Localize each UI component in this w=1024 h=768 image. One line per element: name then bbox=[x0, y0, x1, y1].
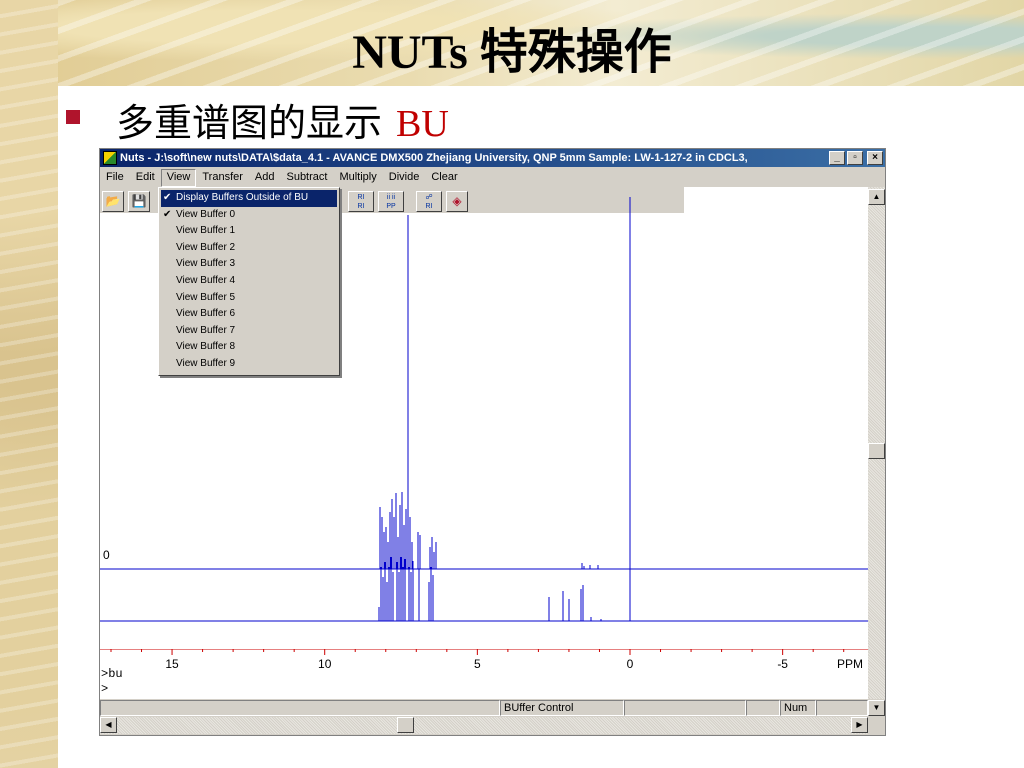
axis-tick-label: -5 bbox=[777, 657, 788, 671]
view-menu-item[interactable]: View Buffer 5 bbox=[159, 290, 339, 307]
status-cell-empty bbox=[624, 700, 746, 716]
hscroll-thumb[interactable] bbox=[397, 717, 414, 733]
view-menu-item-label: View Buffer 0 bbox=[176, 208, 236, 220]
menubar: File Edit View Transfer Add Subtract Multiply D… bbox=[100, 169, 464, 187]
buffer-control-status: BUffer Control bbox=[500, 700, 624, 716]
scroll-right-icon[interactable]: ▶ bbox=[851, 717, 868, 733]
slide-title: NUTs 特殊操作 bbox=[352, 26, 672, 79]
axis-tick-label: 5 bbox=[474, 657, 481, 671]
axis-tick-label: 15 bbox=[165, 657, 179, 671]
scroll-down-icon[interactable]: ▼ bbox=[868, 700, 885, 716]
vertical-scrollbar[interactable]: ▲ bbox=[868, 187, 885, 699]
menu-add[interactable]: Add bbox=[249, 169, 281, 187]
save-icon[interactable]: 💾 bbox=[128, 190, 150, 212]
menu-edit[interactable]: Edit bbox=[130, 169, 161, 187]
view-menu-item-label: View Buffer 6 bbox=[176, 308, 236, 320]
view-menu-item-label: View Buffer 9 bbox=[176, 357, 236, 369]
view-menu-item-label: Display Buffers Outside of BU bbox=[176, 192, 309, 203]
status-cell-empty bbox=[100, 700, 500, 716]
view-menu-item[interactable]: View Buffer 1 bbox=[159, 223, 339, 240]
bullet-text: 多重谱图的显示 bbox=[116, 103, 383, 145]
statusbar: BUffer Control Num bbox=[100, 700, 868, 716]
status-cell-empty bbox=[816, 700, 868, 716]
app-icon bbox=[103, 151, 117, 165]
view-menu-item[interactable]: ✔ Display Buffers Outside of BU bbox=[161, 190, 337, 207]
menu-subtract[interactable]: Subtract bbox=[280, 169, 333, 187]
menu-file[interactable]: File bbox=[100, 169, 130, 187]
ri-auto-button[interactable]: ☍ RI bbox=[416, 190, 442, 212]
pp-button[interactable]: ii ii PP bbox=[378, 190, 404, 212]
window-controls: _ ▫ × bbox=[829, 151, 883, 165]
view-menu-item[interactable]: View Buffer 2 bbox=[159, 240, 339, 257]
bullet-accent: BU bbox=[396, 103, 449, 145]
command-line-2[interactable]: > bbox=[101, 682, 108, 696]
minimize-button[interactable]: _ bbox=[829, 151, 845, 165]
view-menu-item-label: View Buffer 7 bbox=[176, 324, 236, 336]
maximize-button[interactable]: ▫ bbox=[847, 151, 863, 165]
menu-view[interactable]: View bbox=[160, 169, 197, 187]
scroll-thumb[interactable] bbox=[868, 443, 885, 459]
slide-left-decoration bbox=[0, 0, 58, 768]
view-menu-item[interactable]: View Buffer 8 bbox=[159, 339, 339, 356]
horizontal-scrollbar[interactable]: ◀ ▶ bbox=[100, 717, 868, 734]
view-menu-item[interactable]: View Buffer 4 bbox=[159, 273, 339, 290]
ri-button[interactable]: RI RI bbox=[348, 190, 374, 212]
view-menu-item[interactable]: View Buffer 3 bbox=[159, 256, 339, 273]
checkmark-icon: ✔ bbox=[163, 208, 172, 220]
view-menu-item-label: View Buffer 4 bbox=[176, 274, 236, 286]
window-title: Nuts - J:\soft\new nuts\DATA\$data_4.1 -… bbox=[120, 152, 748, 164]
command-line-1: >bu bbox=[101, 667, 123, 681]
status-cell-empty bbox=[746, 700, 780, 716]
checkmark-icon: ✔ bbox=[163, 192, 172, 203]
menu-divide[interactable]: Divide bbox=[383, 169, 426, 187]
axis-tick-label: 10 bbox=[318, 657, 332, 671]
open-folder-icon[interactable]: 📂 bbox=[102, 190, 124, 212]
view-menu-item-label: View Buffer 2 bbox=[176, 241, 236, 253]
menu-transfer[interactable]: Transfer bbox=[196, 169, 249, 187]
menu-multiply[interactable]: Multiply bbox=[333, 169, 382, 187]
view-menu-item[interactable]: View Buffer 6 bbox=[159, 306, 339, 323]
bullet-line: 多重谱图的显示 BU bbox=[116, 92, 449, 147]
axis-unit-label: PPM bbox=[837, 657, 863, 671]
view-menu-item[interactable]: View Buffer 7 bbox=[159, 323, 339, 340]
view-menu-item-label: View Buffer 5 bbox=[176, 291, 236, 303]
view-menu-item[interactable]: ✔ View Buffer 0 bbox=[159, 207, 339, 224]
menu-clear[interactable]: Clear bbox=[425, 169, 463, 187]
axis-tick-label: 0 bbox=[627, 657, 634, 671]
book-icon[interactable]: ◈ bbox=[446, 190, 468, 212]
num-status: Num bbox=[780, 700, 816, 716]
view-dropdown-menu: ✔ Display Buffers Outside of BU ✔ View Buff… bbox=[158, 187, 340, 376]
zero-label: 0 bbox=[103, 548, 110, 562]
close-button[interactable]: × bbox=[867, 151, 883, 165]
scroll-up-icon[interactable]: ▲ bbox=[868, 189, 885, 205]
scroll-left-icon[interactable]: ◀ bbox=[100, 717, 117, 733]
view-menu-item-label: View Buffer 1 bbox=[176, 225, 236, 237]
bullet-square-icon bbox=[66, 110, 80, 124]
view-menu-item-label: View Buffer 3 bbox=[176, 258, 236, 270]
ppm-axis: 15 10 5 0 -5 PPM >bu > bbox=[100, 649, 868, 699]
window-titlebar[interactable]: Nuts - J:\soft\new nuts\DATA\$data_4.1 -… bbox=[100, 149, 885, 167]
ppm-axis-canvas: 15 10 5 0 -5 PPM bbox=[100, 649, 868, 671]
view-menu-item[interactable]: View Buffer 9 bbox=[159, 356, 339, 373]
view-menu-item-label: View Buffer 8 bbox=[176, 341, 236, 353]
